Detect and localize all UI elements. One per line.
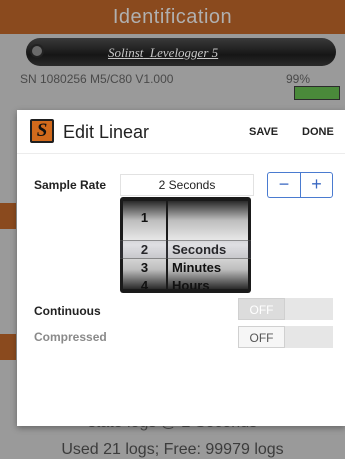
picker-selection-band <box>120 240 251 259</box>
app-header-title: Identification <box>112 6 233 28</box>
dialog-titlebar: S Edit Linear SAVE DONE <box>17 110 345 154</box>
wheel-item[interactable]: 3 <box>123 259 166 277</box>
battery-icon <box>294 86 340 100</box>
compressed-toggle[interactable]: OFF <box>238 326 333 348</box>
increment-button[interactable]: + <box>300 172 333 198</box>
compressed-toggle-state: OFF <box>238 326 285 348</box>
device-model-name: Levelogger 5 <box>149 45 219 60</box>
solinst-logo-icon: S <box>30 119 54 143</box>
section-marker <box>0 334 16 360</box>
wheel-item[interactable]: 4 <box>123 277 166 289</box>
decrement-button[interactable]: − <box>267 172 300 198</box>
battery-percent: 99% <box>286 72 311 86</box>
serial-info: SN 1080256 M5/C80 V1.000 <box>20 72 174 86</box>
continuous-toggle-state: OFF <box>238 298 285 320</box>
wheel-item[interactable]: Minutes <box>168 259 248 277</box>
dialog-body: Sample Rate 2 Seconds − + 1 2 3 4 Second… <box>17 154 345 426</box>
dialog-title: Edit Linear <box>63 122 150 142</box>
sample-rate-label: Sample Rate <box>34 178 107 192</box>
continuous-toggle[interactable]: OFF <box>238 298 333 320</box>
continuous-label: Continuous <box>34 304 101 318</box>
wheel-item[interactable]: Hours <box>168 277 248 289</box>
edit-linear-dialog: S Edit Linear SAVE DONE Sample Rate 2 Se… <box>17 110 345 426</box>
wheel-item[interactable]: 1 <box>123 209 166 227</box>
compressed-label: Compressed <box>34 330 107 344</box>
device-brand: Solinst Levelogger 5 <box>108 45 218 61</box>
log-usage-text: Used 21 logs; Free: 99979 logs <box>61 441 284 458</box>
device-cap-icon <box>30 44 44 58</box>
sample-rate-picker: 1 2 3 4 Seconds Minutes Hours <box>120 197 251 293</box>
logo-letter: S <box>36 120 48 141</box>
app-header: Identification <box>0 0 345 34</box>
sample-rate-field[interactable]: 2 Seconds <box>120 174 254 196</box>
device-brand-name: Solinst <box>108 45 144 60</box>
save-button[interactable]: SAVE <box>249 126 278 138</box>
section-marker <box>0 203 16 229</box>
done-button[interactable]: DONE <box>302 126 334 138</box>
